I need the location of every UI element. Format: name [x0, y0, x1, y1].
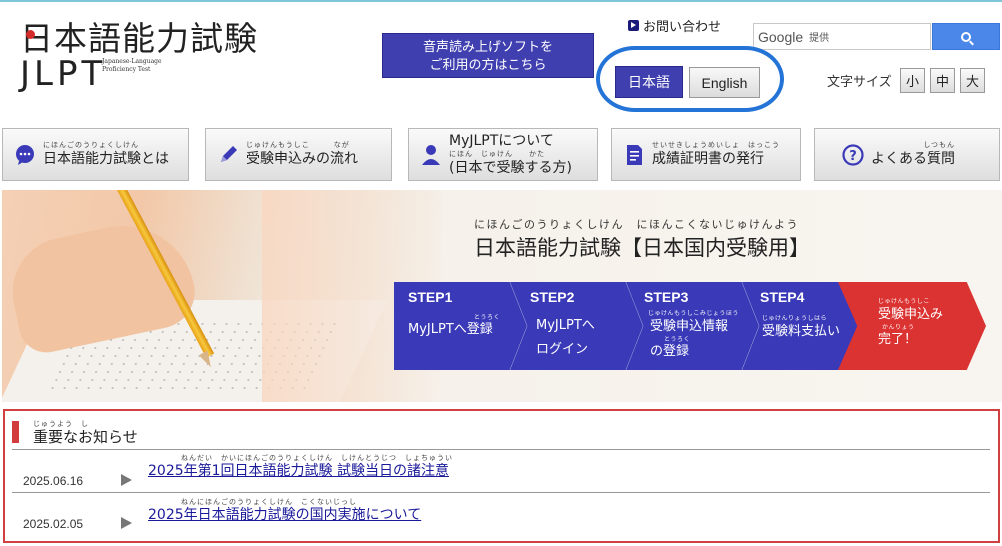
- triangle-right-icon: [121, 517, 132, 529]
- document-icon: [622, 143, 646, 167]
- nav-label: よくある質問: [871, 151, 955, 167]
- nav-about-jlpt[interactable]: にほんごのうりょくしけん 日本語能力試験とは: [2, 128, 189, 181]
- news-link[interactable]: 2025年第1回日本語能力試験 試験当日の諸注意: [148, 460, 449, 480]
- news-date: 2025.02.05: [23, 517, 84, 531]
- tts-line2: ご利用の方はこちら: [429, 58, 547, 73]
- step-line1: 受験申込み: [878, 307, 944, 322]
- question-icon: ?: [841, 143, 865, 167]
- step-number: STEP2: [530, 289, 575, 305]
- logo-title: 日本語能力試験: [20, 19, 258, 58]
- top-accent-line: [0, 0, 1002, 2]
- hero-title: 日本語能力試験【日本国内受験用】: [474, 236, 810, 260]
- step-line2: ログイン: [536, 342, 589, 357]
- step-ruby: じゅけんもうしこ: [878, 298, 930, 305]
- nav-ruby: にほん じゅけん かた: [449, 150, 545, 158]
- hero-title-ruby: にほんごのうりょくしけん にほんこくないじゅけんよう: [474, 218, 799, 231]
- step-line1: MyJLPTへ: [536, 318, 595, 333]
- step-2[interactable]: STEP2 MyJLPTへ ログイン: [510, 282, 643, 370]
- font-size-small-button[interactable]: 小: [900, 68, 925, 93]
- search-icon: [961, 31, 971, 42]
- font-size-large-button[interactable]: 大: [960, 68, 985, 93]
- logo-subtitle: Japanese-Language Proficiency Test: [102, 58, 162, 73]
- step-3[interactable]: STEP3 じゅけんもうしこみじょうほう 受験申込情報 とうろく の登録: [626, 282, 759, 370]
- language-english-button[interactable]: English: [689, 67, 760, 98]
- pencil-icon: [216, 143, 240, 167]
- step-ruby: とうろく: [474, 314, 501, 321]
- jlpt-logo[interactable]: 日本語能力試験 JLPT Japanese-Language Proficien…: [14, 10, 274, 94]
- step-complete[interactable]: じゅけんもうしこ 受験申込み かんりょう 完了！: [838, 282, 986, 370]
- notice-title: 重要なお知らせ: [33, 428, 138, 446]
- notice-accent-bar: [12, 421, 19, 443]
- tts-line1: 音声読み上げソフトを: [422, 40, 553, 55]
- step-number: STEP1: [408, 289, 453, 305]
- nav-label: 成績証明書の発行: [652, 151, 764, 167]
- divider: [12, 449, 990, 450]
- news-link[interactable]: 2025年日本語能力試験の国内実施について: [148, 504, 421, 524]
- step-line1: 受験申込情報: [650, 319, 729, 334]
- step-ruby: じゅけんりょうしはら: [762, 315, 828, 322]
- step-line2: 完了！: [878, 332, 918, 347]
- nav-faq[interactable]: ? しつもん よくある質問: [814, 128, 1000, 181]
- nav-label-secondary: (日本で受験する方): [449, 160, 572, 176]
- nav-application-flow[interactable]: じゅけんもうしこ なが 受験申込みの流れ: [205, 128, 392, 181]
- step-number: STEP3: [644, 289, 689, 305]
- step-line1: 受験料支払い: [762, 324, 841, 339]
- search-button[interactable]: [932, 23, 1000, 50]
- svg-text:?: ?: [849, 149, 857, 164]
- nav-ruby: じゅけんもうしこ なが: [246, 141, 350, 149]
- step-flow: STEP1 とうろく MyJLPTへ登録 STEP2 MyJLPTへ ログイン …: [394, 282, 986, 370]
- divider: [12, 492, 990, 493]
- contact-label: お問い合わせ: [643, 20, 722, 35]
- nav-certificate[interactable]: せいせきしょうめいしょ はっこう 成績証明書の発行: [611, 128, 801, 181]
- nav-label: 日本語能力試験とは: [43, 151, 169, 167]
- important-notices-panel: じゅうよう し 重要なお知らせ 2025.06.16 ねんだい かいにほんごのう…: [3, 409, 1000, 543]
- nav-ruby: しつもん: [923, 141, 955, 149]
- font-size-medium-button[interactable]: 中: [930, 68, 955, 93]
- triangle-right-icon: [121, 474, 132, 486]
- step-line1: MyJLPTへ登録: [408, 322, 493, 337]
- step-number: STEP4: [760, 289, 805, 305]
- text-to-speech-button[interactable]: 音声読み上げソフトを ご利用の方はこちら: [382, 33, 594, 78]
- step-1[interactable]: STEP1 とうろく MyJLPTへ登録: [394, 282, 527, 370]
- step-ruby-2: かんりょう: [882, 324, 915, 331]
- language-japanese-button[interactable]: 日本語: [615, 66, 683, 98]
- logo-abbr: JLPT: [20, 54, 107, 94]
- news-date: 2025.06.16: [23, 474, 84, 488]
- logo-red-dot: [26, 30, 35, 39]
- nav-ruby: せいせきしょうめいしょ はっこう: [652, 141, 780, 149]
- person-icon: [419, 143, 443, 167]
- contact-link[interactable]: お問い合わせ: [628, 16, 721, 35]
- step-ruby: じゅけんもうしこみじょうほう: [648, 310, 739, 317]
- font-size-label: 文字サイズ: [827, 75, 892, 90]
- nav-label: 受験申込みの流れ: [246, 151, 358, 167]
- step-line2: の登録: [650, 344, 690, 359]
- arrow-square-icon: [628, 20, 639, 31]
- google-brand: Google: [758, 28, 804, 45]
- nav-ruby: にほんごのうりょくしけん: [43, 141, 139, 149]
- google-powered-label: 提供: [809, 33, 830, 44]
- nav-myjlpt[interactable]: MyJLPTについて にほん じゅけん かた (日本で受験する方): [408, 128, 598, 181]
- step-ruby-2: とうろく: [664, 336, 691, 343]
- search-input[interactable]: Google 提供: [753, 23, 931, 50]
- nav-label: MyJLPTについて: [449, 133, 554, 149]
- chat-bubble-icon: [13, 143, 37, 167]
